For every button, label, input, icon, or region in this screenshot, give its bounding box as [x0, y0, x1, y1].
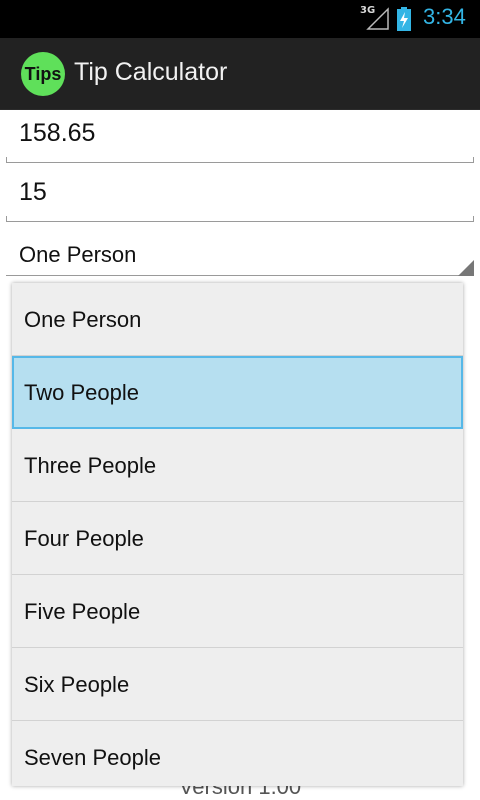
spinner-underline — [6, 275, 474, 276]
dropdown-option-two-people[interactable]: Two People — [12, 356, 463, 429]
tip-percent-value: 15 — [19, 178, 47, 206]
option-label: Two People — [24, 380, 139, 405]
field-underline — [6, 221, 474, 222]
option-label: Three People — [24, 453, 157, 478]
option-label: Seven People — [24, 745, 161, 770]
app-logo-icon[interactable]: Tips — [21, 52, 65, 96]
battery-charging-icon — [397, 7, 411, 31]
bill-amount-field[interactable]: 158.65 — [6, 111, 474, 163]
split-spinner[interactable]: One Person — [6, 232, 474, 278]
app-logo-text: Tips — [24, 63, 62, 84]
dropdown-option-five-people[interactable]: Five People — [12, 575, 463, 648]
dropdown-option-six-people[interactable]: Six People — [12, 648, 463, 721]
app-title: Tip Calculator — [74, 58, 228, 86]
option-label: Five People — [24, 599, 141, 624]
option-label: Four People — [24, 526, 144, 551]
bill-amount-value: 158.65 — [19, 119, 96, 147]
status-bar: 3G 3:34 — [0, 0, 480, 38]
field-underline — [6, 162, 474, 163]
action-bar: Tips Tip Calculator — [0, 38, 480, 110]
spinner-arrow-icon — [458, 260, 474, 276]
dropdown-option-three-people[interactable]: Three People — [12, 429, 463, 502]
option-label: One Person — [24, 307, 142, 332]
clock: 3:34 — [423, 4, 466, 29]
dropdown-option-seven-people[interactable]: Seven People — [12, 721, 463, 786]
signal-icon — [366, 7, 389, 30]
tip-percent-field[interactable]: 15 — [6, 170, 474, 222]
dropdown-option-one-person[interactable]: One Person — [12, 283, 463, 356]
split-dropdown-list[interactable]: One Person Two People Three People Four … — [12, 283, 463, 786]
option-label: Six People — [24, 672, 130, 697]
split-spinner-value: One Person — [19, 242, 137, 267]
dropdown-option-four-people[interactable]: Four People — [12, 502, 463, 575]
